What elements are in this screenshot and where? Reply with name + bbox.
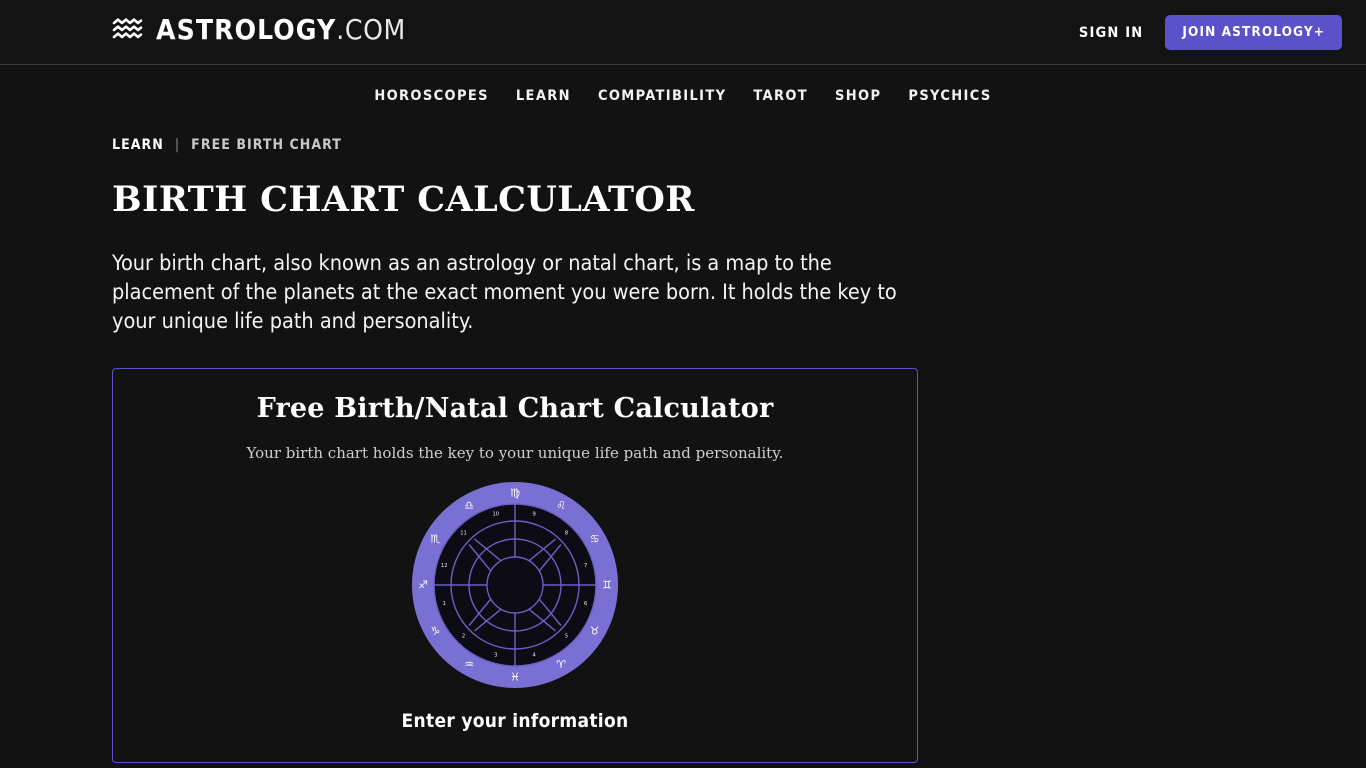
nav-item-psychics[interactable]: PSYCHICS — [908, 88, 991, 104]
zodiac-glyph-capricorn: ♑ — [430, 625, 440, 638]
join-astrology-plus-button[interactable]: JOIN ASTROLOGY+ — [1165, 15, 1342, 50]
breadcrumb-parent[interactable]: LEARN — [112, 137, 164, 153]
page-content: LEARN | FREE BIRTH CHART BIRTH CHART CAL… — [0, 137, 1366, 763]
calculator-subtitle: Your birth chart holds the key to your u… — [246, 444, 784, 463]
house-number-10: 10 — [492, 511, 499, 517]
zodiac-glyph-aries: ♈ — [556, 658, 566, 671]
house-number-9: 9 — [533, 511, 536, 517]
zodiac-glyph-taurus: ♉ — [590, 625, 600, 638]
nav-item-shop[interactable]: SHOP — [835, 88, 881, 104]
sign-in-link[interactable]: SIGN IN — [1079, 25, 1144, 41]
zodiac-glyph-sagittarius: ♐ — [418, 579, 428, 592]
main-navigation: HOROSCOPES LEARN COMPATIBILITY TAROT SHO… — [0, 65, 1366, 127]
site-logo-link[interactable]: ASTROLOGY.COM — [112, 16, 406, 44]
aquarius-waves-icon — [112, 18, 143, 39]
page-intro-text: Your birth chart, also known as an astro… — [112, 250, 897, 334]
house-number-8: 8 — [565, 531, 568, 537]
breadcrumb-current: FREE BIRTH CHART — [191, 137, 342, 153]
zodiac-glyph-gemini: ♊ — [602, 579, 612, 592]
zodiac-glyph-pisces: ♓ — [510, 671, 520, 684]
brand-name: ASTROLOGY — [156, 13, 337, 46]
header-actions: SIGN IN JOIN ASTROLOGY+ — [1079, 0, 1342, 65]
zodiac-glyph-virgo: ♍ — [510, 487, 520, 500]
brand-wordmark: ASTROLOGY.COM — [156, 16, 406, 44]
nav-item-compatibility[interactable]: COMPATIBILITY — [598, 88, 726, 104]
nav-item-horoscopes[interactable]: HOROSCOPES — [374, 88, 489, 104]
house-number-3: 3 — [494, 653, 497, 659]
breadcrumb-separator: | — [174, 137, 181, 153]
zodiac-glyph-cancer: ♋ — [590, 533, 600, 546]
house-number-2: 2 — [462, 634, 465, 640]
zodiac-glyph-leo: ♌ — [556, 499, 566, 512]
house-number-12: 12 — [441, 563, 448, 569]
brand-tld: .COM — [336, 13, 406, 46]
house-number-6: 6 — [584, 601, 587, 607]
zodiac-glyph-scorpio: ♏ — [430, 533, 440, 546]
natal-chart-wheel-container: ♍ ♌ ♋ ♊ ♉ ♈ ♓ ♒ ♑ ♐ ♏ ♎ 9 8 7 6 5 4 3 2 … — [133, 481, 897, 689]
nav-item-tarot[interactable]: TAROT — [753, 88, 808, 104]
house-number-5: 5 — [565, 634, 568, 640]
house-number-11: 11 — [460, 531, 467, 537]
house-number-7: 7 — [584, 563, 587, 569]
site-header: ASTROLOGY.COM SIGN IN JOIN ASTROLOGY+ — [0, 0, 1366, 65]
page-title: BIRTH CHART CALCULATOR — [112, 179, 695, 220]
natal-chart-wheel: ♍ ♌ ♋ ♊ ♉ ♈ ♓ ♒ ♑ ♐ ♏ ♎ 9 8 7 6 5 4 3 2 … — [412, 482, 618, 689]
breadcrumb: LEARN | FREE BIRTH CHART — [112, 137, 1254, 153]
nav-item-learn[interactable]: LEARN — [516, 88, 571, 104]
birth-chart-calculator-card: Free Birth/Natal Chart Calculator Your b… — [112, 367, 918, 763]
enter-information-heading: Enter your information — [401, 710, 629, 733]
calculator-title: Free Birth/Natal Chart Calculator — [256, 392, 774, 424]
house-number-1: 1 — [443, 601, 446, 607]
zodiac-glyph-libra: ♎ — [464, 499, 474, 512]
zodiac-glyph-aquarius: ♒ — [464, 658, 474, 671]
